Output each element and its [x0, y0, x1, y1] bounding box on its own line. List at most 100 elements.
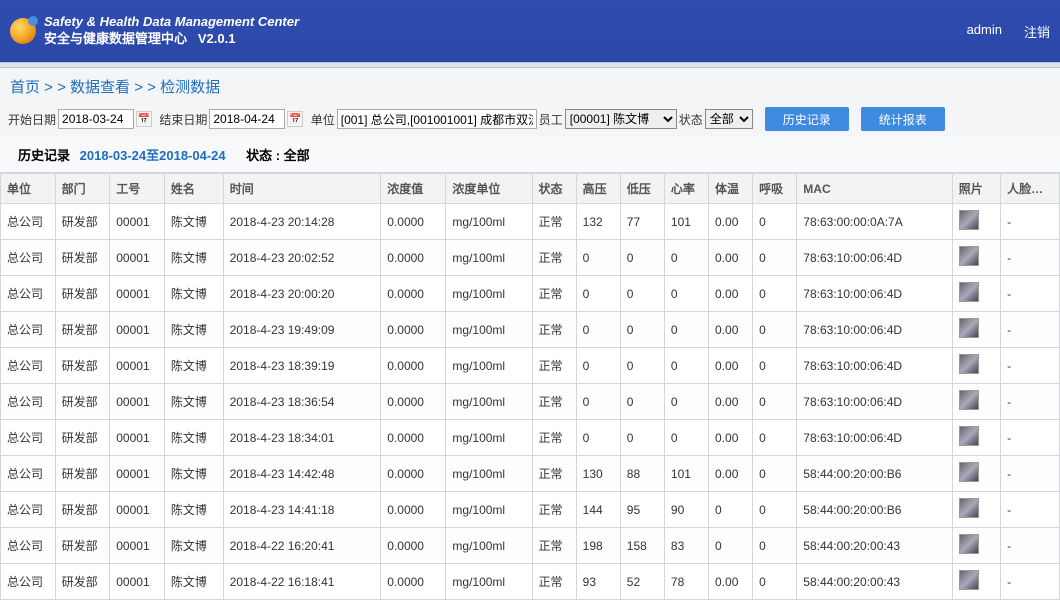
cell-unit: 总公司 — [1, 276, 56, 312]
cell-temp: 0.00 — [709, 348, 753, 384]
cell-photo[interactable] — [952, 564, 1000, 600]
breadcrumb-home[interactable]: 首页 — [10, 79, 40, 96]
table-row[interactable]: 总公司研发部00001陈文博2018-4-22 16:20:410.0000mg… — [1, 528, 1060, 564]
col-header[interactable]: 照片 — [952, 174, 1000, 204]
table-row[interactable]: 总公司研发部00001陈文博2018-4-23 20:00:200.0000mg… — [1, 276, 1060, 312]
cell-mac: 78:63:10:00:06:4D — [797, 312, 952, 348]
col-header[interactable]: 姓名 — [164, 174, 223, 204]
col-header[interactable]: MAC — [797, 174, 952, 204]
cell-photo[interactable] — [952, 276, 1000, 312]
cell-photo[interactable] — [952, 492, 1000, 528]
employee-select[interactable]: [00001] 陈文博 — [565, 109, 677, 129]
cell-name: 陈文博 — [164, 564, 223, 600]
col-header[interactable]: 浓度值 — [381, 174, 446, 204]
photo-thumbnail-icon[interactable] — [959, 282, 979, 302]
col-header[interactable]: 浓度单位 — [446, 174, 532, 204]
logout-link[interactable]: 注销 — [1024, 22, 1050, 41]
photo-thumbnail-icon[interactable] — [959, 426, 979, 446]
table-row[interactable]: 总公司研发部00001陈文博2018-4-23 18:39:190.0000mg… — [1, 348, 1060, 384]
table-row[interactable]: 总公司研发部00001陈文博2018-4-23 18:34:010.0000mg… — [1, 420, 1060, 456]
cell-dept: 研发部 — [55, 456, 110, 492]
cell-face: - — [1001, 492, 1060, 528]
cell-hr: 101 — [664, 456, 708, 492]
photo-thumbnail-icon[interactable] — [959, 354, 979, 374]
cell-dept: 研发部 — [55, 204, 110, 240]
col-header[interactable]: 工号 — [110, 174, 165, 204]
calendar-icon[interactable]: 📅 — [287, 111, 303, 127]
col-header[interactable]: 体温 — [709, 174, 753, 204]
cell-photo[interactable] — [952, 384, 1000, 420]
photo-thumbnail-icon[interactable] — [959, 390, 979, 410]
table-row[interactable]: 总公司研发部00001陈文博2018-4-22 16:18:410.0000mg… — [1, 564, 1060, 600]
cell-empid: 00001 — [110, 384, 165, 420]
table-row[interactable]: 总公司研发部00001陈文博2018-4-23 20:02:520.0000mg… — [1, 240, 1060, 276]
table-row[interactable]: 总公司研发部00001陈文博2018-4-23 20:14:280.0000mg… — [1, 204, 1060, 240]
cell-cunit: mg/100ml — [446, 564, 532, 600]
cell-name: 陈文博 — [164, 456, 223, 492]
cell-temp: 0.00 — [709, 312, 753, 348]
photo-thumbnail-icon[interactable] — [959, 462, 979, 482]
cell-hr: 0 — [664, 276, 708, 312]
table-row[interactable]: 总公司研发部00001陈文博2018-4-23 18:36:540.0000mg… — [1, 384, 1060, 420]
report-button[interactable]: 统计报表 — [861, 107, 945, 131]
end-date-input[interactable] — [209, 109, 285, 129]
cell-empid: 00001 — [110, 240, 165, 276]
col-header[interactable]: 部门 — [55, 174, 110, 204]
photo-thumbnail-icon[interactable] — [959, 498, 979, 518]
col-header[interactable]: 单位 — [1, 174, 56, 204]
col-header[interactable]: 呼吸 — [753, 174, 797, 204]
cell-photo[interactable] — [952, 204, 1000, 240]
emp-label: 员工 — [539, 111, 563, 128]
col-header[interactable]: 状态 — [532, 174, 576, 204]
history-range: 2018-03-24至2018-04-24 — [80, 148, 226, 163]
cell-face: - — [1001, 564, 1060, 600]
breadcrumb-l1[interactable]: 数据查看 — [70, 79, 130, 96]
cell-photo[interactable] — [952, 456, 1000, 492]
cell-photo[interactable] — [952, 420, 1000, 456]
cell-mac: 58:44:00:20:00:43 — [797, 564, 952, 600]
cell-hr: 90 — [664, 492, 708, 528]
cell-lp: 0 — [620, 312, 664, 348]
cell-photo[interactable] — [952, 312, 1000, 348]
cell-photo[interactable] — [952, 240, 1000, 276]
cell-resp: 0 — [753, 348, 797, 384]
data-table-wrap[interactable]: 单位部门工号姓名时间浓度值浓度单位状态高压低压心率体温呼吸MAC照片人脸识别 总… — [0, 172, 1060, 612]
cell-name: 陈文博 — [164, 312, 223, 348]
cell-hr: 78 — [664, 564, 708, 600]
cell-photo[interactable] — [952, 348, 1000, 384]
table-row[interactable]: 总公司研发部00001陈文博2018-4-23 19:49:090.0000mg… — [1, 312, 1060, 348]
photo-thumbnail-icon[interactable] — [959, 210, 979, 230]
photo-thumbnail-icon[interactable] — [959, 570, 979, 590]
cell-cunit: mg/100ml — [446, 276, 532, 312]
status-select[interactable]: 全部 — [705, 109, 753, 129]
unit-label: 单位 — [311, 111, 335, 128]
unit-input[interactable] — [337, 109, 537, 129]
calendar-icon[interactable]: 📅 — [136, 111, 152, 127]
cell-unit: 总公司 — [1, 204, 56, 240]
user-link[interactable]: admin — [967, 22, 1002, 41]
col-header[interactable]: 高压 — [576, 174, 620, 204]
history-button[interactable]: 历史记录 — [765, 107, 849, 131]
photo-thumbnail-icon[interactable] — [959, 246, 979, 266]
col-header[interactable]: 人脸识别 — [1001, 174, 1060, 204]
col-header[interactable]: 低压 — [620, 174, 664, 204]
col-header[interactable]: 时间 — [223, 174, 381, 204]
header-left: Safety & Health Data Management Center 安… — [10, 14, 299, 48]
cell-photo[interactable] — [952, 528, 1000, 564]
cell-time: 2018-4-23 18:34:01 — [223, 420, 381, 456]
app-title-cn: 安全与健康数据管理中心 V2.0.1 — [44, 31, 299, 48]
cell-temp: 0.00 — [709, 564, 753, 600]
table-row[interactable]: 总公司研发部00001陈文博2018-4-23 14:42:480.0000mg… — [1, 456, 1060, 492]
table-row[interactable]: 总公司研发部00001陈文博2018-4-23 14:41:180.0000mg… — [1, 492, 1060, 528]
cell-unit: 总公司 — [1, 456, 56, 492]
col-header[interactable]: 心率 — [664, 174, 708, 204]
breadcrumb-l2[interactable]: 检测数据 — [160, 79, 220, 96]
cell-mac: 58:44:00:20:00:43 — [797, 528, 952, 564]
cell-conc: 0.0000 — [381, 240, 446, 276]
cell-empid: 00001 — [110, 420, 165, 456]
photo-thumbnail-icon[interactable] — [959, 534, 979, 554]
photo-thumbnail-icon[interactable] — [959, 318, 979, 338]
start-date-input[interactable] — [58, 109, 134, 129]
cell-lp: 88 — [620, 456, 664, 492]
cell-time: 2018-4-22 16:18:41 — [223, 564, 381, 600]
